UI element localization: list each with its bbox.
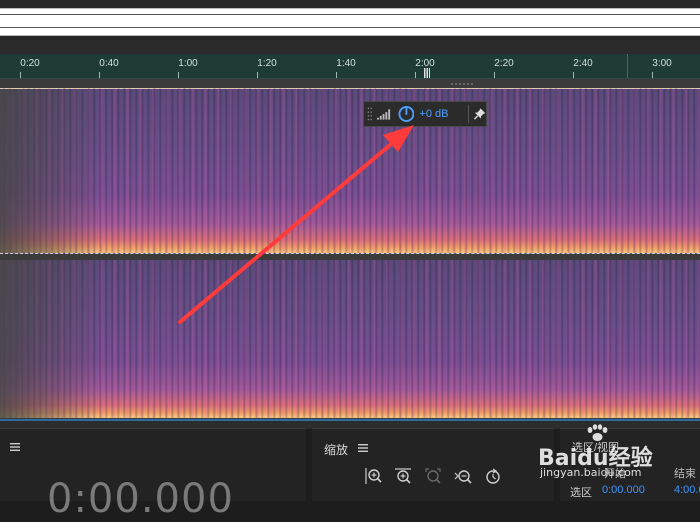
ruler-tick-label: 0:20 [20,58,40,69]
zoom-out-amplitude-icon[interactable] [454,467,472,485]
ruler-tick-label: 1:40 [336,58,356,69]
ruler-tick [20,72,21,78]
playhead-marker-icon[interactable] [424,68,430,78]
zoom-reset-icon[interactable] [484,467,502,485]
overview-strip[interactable] [0,8,700,36]
current-time-display: 0:00.000 [47,476,234,522]
time-ruler[interactable]: 0:20 0:40 1:00 1:20 1:40 2:00 2:20 2:40 … [0,54,700,79]
volume-knob-icon[interactable] [398,105,415,123]
ruler-tick [257,72,258,78]
drag-handle-icon[interactable] [367,106,373,122]
pin-icon[interactable] [473,107,486,121]
hud-gain-control[interactable]: +0 dB [363,101,487,127]
overview-channel-line [0,27,700,28]
ruler-tick [336,72,337,78]
ruler-tick-label: 3:00 [652,58,672,69]
spectral-channel-left[interactable] [0,88,700,254]
overview-channel-line [0,14,700,15]
zoom-panel-title: 缩放 [324,443,349,457]
selection-start-field[interactable]: 0:00.000 [602,484,645,496]
panel-menu-icon[interactable] [358,444,368,452]
level-meter-icon [376,109,390,120]
spectral-channel-right[interactable] [0,260,700,418]
ruler-tick-label: 2:40 [573,58,593,69]
ruler-tick-label: 2:20 [494,58,514,69]
spectral-fade [0,89,100,253]
panel-menu-icon[interactable] [10,443,20,451]
ruler-tick [415,72,416,78]
panel-resize-grip-icon[interactable] [450,82,474,86]
row-label-selection: 选区 [570,487,592,499]
spectral-fade [0,260,100,418]
zoom-in-amplitude-icon[interactable] [364,467,382,485]
divider [467,105,469,123]
ruler-tick [99,72,100,78]
zoom-panel: 缩放 [312,428,554,501]
playhead-line[interactable] [627,54,628,78]
waveform-overview[interactable] [0,0,700,40]
ruler-tick [178,72,179,78]
baidu-watermark: Baidu经验 jingyan.baidu.com [538,424,678,484]
ruler-tick [494,72,495,78]
ruler-tick-label: 1:20 [257,58,277,69]
ruler-tick-label: 1:00 [178,58,198,69]
ruler-tick-label: 0:40 [99,58,119,69]
zoom-navigator-bar[interactable] [0,40,700,54]
zoom-selection-icon[interactable] [424,467,442,485]
ruler-tick [573,72,574,78]
ruler-tick [652,72,653,78]
transport-panel: 0:00.000 [0,428,306,522]
zoom-in-time-icon[interactable] [394,467,412,485]
gain-value[interactable]: +0 dB [419,108,468,120]
watermark-url: jingyan.baidu.com [540,466,642,479]
selection-end-field[interactable]: 4:00.0 [674,484,700,496]
